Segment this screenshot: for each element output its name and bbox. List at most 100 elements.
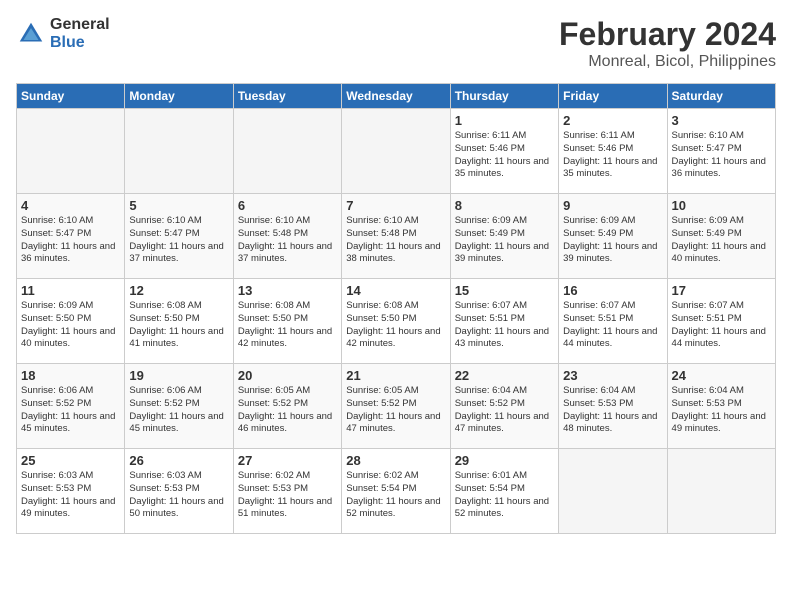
day-number: 24 xyxy=(672,368,771,383)
day-number: 22 xyxy=(455,368,554,383)
calendar-cell xyxy=(233,109,341,194)
cell-info: Sunrise: 6:09 AMSunset: 5:50 PMDaylight:… xyxy=(21,300,120,351)
cell-info: Sunrise: 6:08 AMSunset: 5:50 PMDaylight:… xyxy=(129,300,228,351)
day-number: 27 xyxy=(238,453,337,468)
calendar-week-3: 11 Sunrise: 6:09 AMSunset: 5:50 PMDayligh… xyxy=(17,279,776,364)
day-number: 6 xyxy=(238,198,337,213)
day-number: 20 xyxy=(238,368,337,383)
calendar-cell: 15 Sunrise: 6:07 AMSunset: 5:51 PMDayligh… xyxy=(450,279,558,364)
calendar-cell: 2Sunrise: 6:11 AMSunset: 5:46 PMDaylight… xyxy=(559,109,667,194)
calendar-cell: 29 Sunrise: 6:01 AMSunset: 5:54 PMDayligh… xyxy=(450,449,558,534)
col-header-monday: Monday xyxy=(125,84,233,109)
calendar-cell: 8Sunrise: 6:09 AMSunset: 5:49 PMDaylight… xyxy=(450,194,558,279)
calendar-cell xyxy=(125,109,233,194)
page-header: General Blue February 2024 Monreal, Bico… xyxy=(16,16,776,71)
day-number: 12 xyxy=(129,283,228,298)
calendar-cell: 14 Sunrise: 6:08 AMSunset: 5:50 PMDayligh… xyxy=(342,279,450,364)
day-number: 8 xyxy=(455,198,554,213)
day-number: 18 xyxy=(21,368,120,383)
col-header-wednesday: Wednesday xyxy=(342,84,450,109)
day-number: 3 xyxy=(672,113,771,128)
day-number: 1 xyxy=(455,113,554,128)
day-number: 28 xyxy=(346,453,445,468)
day-number: 16 xyxy=(563,283,662,298)
cell-info: Sunrise: 6:04 AMSunset: 5:53 PMDaylight:… xyxy=(563,385,662,436)
day-number: 2 xyxy=(563,113,662,128)
calendar-cell: 10 Sunrise: 6:09 AMSunset: 5:49 PMDayligh… xyxy=(667,194,775,279)
day-number: 25 xyxy=(21,453,120,468)
calendar-cell: 17 Sunrise: 6:07 AMSunset: 5:51 PMDayligh… xyxy=(667,279,775,364)
cell-info: Sunrise: 6:11 AMSunset: 5:46 PMDaylight:… xyxy=(455,130,554,181)
cell-info: Sunrise: 6:02 AMSunset: 5:54 PMDaylight:… xyxy=(346,470,445,521)
cell-info: Sunrise: 6:10 AMSunset: 5:47 PMDaylight:… xyxy=(129,215,228,266)
cell-info: Sunrise: 6:10 AMSunset: 5:47 PMDaylight:… xyxy=(21,215,120,266)
logo-general-text: General xyxy=(50,16,110,34)
cell-info: Sunrise: 6:10 AMSunset: 5:48 PMDaylight:… xyxy=(238,215,337,266)
day-number: 23 xyxy=(563,368,662,383)
cell-info: Sunrise: 6:09 AMSunset: 5:49 PMDaylight:… xyxy=(563,215,662,266)
day-number: 5 xyxy=(129,198,228,213)
cell-info: Sunrise: 6:09 AMSunset: 5:49 PMDaylight:… xyxy=(672,215,771,266)
calendar-cell: 11 Sunrise: 6:09 AMSunset: 5:50 PMDayligh… xyxy=(17,279,125,364)
logo-blue-text: Blue xyxy=(50,34,110,52)
calendar-cell xyxy=(342,109,450,194)
logo-text: General Blue xyxy=(50,16,110,51)
calendar-cell: 5 Sunrise: 6:10 AMSunset: 5:47 PMDaylight… xyxy=(125,194,233,279)
calendar-week-4: 18 Sunrise: 6:06 AMSunset: 5:52 PMDayligh… xyxy=(17,364,776,449)
cell-info: Sunrise: 6:10 AMSunset: 5:48 PMDaylight:… xyxy=(346,215,445,266)
col-header-friday: Friday xyxy=(559,84,667,109)
calendar-cell: 26Sunrise: 6:03 AMSunset: 5:53 PMDayligh… xyxy=(125,449,233,534)
calendar-cell: 7 Sunrise: 6:10 AMSunset: 5:48 PMDaylight… xyxy=(342,194,450,279)
day-number: 15 xyxy=(455,283,554,298)
cell-info: Sunrise: 6:06 AMSunset: 5:52 PMDaylight:… xyxy=(21,385,120,436)
cell-info: Sunrise: 6:01 AMSunset: 5:54 PMDaylight:… xyxy=(455,470,554,521)
calendar-cell: 24 Sunrise: 6:04 AMSunset: 5:53 PMDayligh… xyxy=(667,364,775,449)
calendar-table: SundayMondayTuesdayWednesdayThursdayFrid… xyxy=(16,83,776,534)
cell-info: Sunrise: 6:05 AMSunset: 5:52 PMDaylight:… xyxy=(346,385,445,436)
cell-info: Sunrise: 6:07 AMSunset: 5:51 PMDaylight:… xyxy=(672,300,771,351)
day-number: 19 xyxy=(129,368,228,383)
calendar-cell: 18 Sunrise: 6:06 AMSunset: 5:52 PMDayligh… xyxy=(17,364,125,449)
calendar-cell: 6 Sunrise: 6:10 AMSunset: 5:48 PMDaylight… xyxy=(233,194,341,279)
day-number: 4 xyxy=(21,198,120,213)
calendar-cell: 19 Sunrise: 6:06 AMSunset: 5:52 PMDayligh… xyxy=(125,364,233,449)
calendar-cell: 22 Sunrise: 6:04 AMSunset: 5:52 PMDayligh… xyxy=(450,364,558,449)
calendar-cell: 28 Sunrise: 6:02 AMSunset: 5:54 PMDayligh… xyxy=(342,449,450,534)
day-number: 29 xyxy=(455,453,554,468)
day-number: 7 xyxy=(346,198,445,213)
day-number: 17 xyxy=(672,283,771,298)
cell-info: Sunrise: 6:04 AMSunset: 5:53 PMDaylight:… xyxy=(672,385,771,436)
calendar-cell: 1 Sunrise: 6:11 AMSunset: 5:46 PMDaylight… xyxy=(450,109,558,194)
day-number: 13 xyxy=(238,283,337,298)
day-number: 14 xyxy=(346,283,445,298)
col-header-tuesday: Tuesday xyxy=(233,84,341,109)
calendar-cell: 25 Sunrise: 6:03 AMSunset: 5:53 PMDayligh… xyxy=(17,449,125,534)
calendar-header-row: SundayMondayTuesdayWednesdayThursdayFrid… xyxy=(17,84,776,109)
cell-info: Sunrise: 6:10 AMSunset: 5:47 PMDaylight:… xyxy=(672,130,771,181)
cell-info: Sunrise: 6:08 AMSunset: 5:50 PMDaylight:… xyxy=(346,300,445,351)
calendar-week-5: 25 Sunrise: 6:03 AMSunset: 5:53 PMDayligh… xyxy=(17,449,776,534)
cell-info: Sunrise: 6:04 AMSunset: 5:52 PMDaylight:… xyxy=(455,385,554,436)
calendar-cell: 21 Sunrise: 6:05 AMSunset: 5:52 PMDayligh… xyxy=(342,364,450,449)
cell-info: Sunrise: 6:05 AMSunset: 5:52 PMDaylight:… xyxy=(238,385,337,436)
calendar-cell: 3 Sunrise: 6:10 AMSunset: 5:47 PMDaylight… xyxy=(667,109,775,194)
cell-info: Sunrise: 6:02 AMSunset: 5:53 PMDaylight:… xyxy=(238,470,337,521)
calendar-cell: 16Sunrise: 6:07 AMSunset: 5:51 PMDayligh… xyxy=(559,279,667,364)
col-header-saturday: Saturday xyxy=(667,84,775,109)
calendar-cell: 23 Sunrise: 6:04 AMSunset: 5:53 PMDayligh… xyxy=(559,364,667,449)
location-title: Monreal, Bicol, Philippines xyxy=(559,53,776,71)
calendar-cell: 12 Sunrise: 6:08 AMSunset: 5:50 PMDayligh… xyxy=(125,279,233,364)
cell-info: Sunrise: 6:03 AMSunset: 5:53 PMDaylight:… xyxy=(21,470,120,521)
day-number: 21 xyxy=(346,368,445,383)
logo-icon xyxy=(16,19,46,49)
cell-info: Sunrise: 6:07 AMSunset: 5:51 PMDaylight:… xyxy=(455,300,554,351)
calendar-cell: 9Sunrise: 6:09 AMSunset: 5:49 PMDaylight… xyxy=(559,194,667,279)
day-number: 10 xyxy=(672,198,771,213)
cell-info: Sunrise: 6:03 AMSunset: 5:53 PMDaylight:… xyxy=(129,470,228,521)
col-header-sunday: Sunday xyxy=(17,84,125,109)
day-number: 11 xyxy=(21,283,120,298)
cell-info: Sunrise: 6:06 AMSunset: 5:52 PMDaylight:… xyxy=(129,385,228,436)
month-title: February 2024 xyxy=(559,16,776,53)
logo: General Blue xyxy=(16,16,110,51)
col-header-thursday: Thursday xyxy=(450,84,558,109)
